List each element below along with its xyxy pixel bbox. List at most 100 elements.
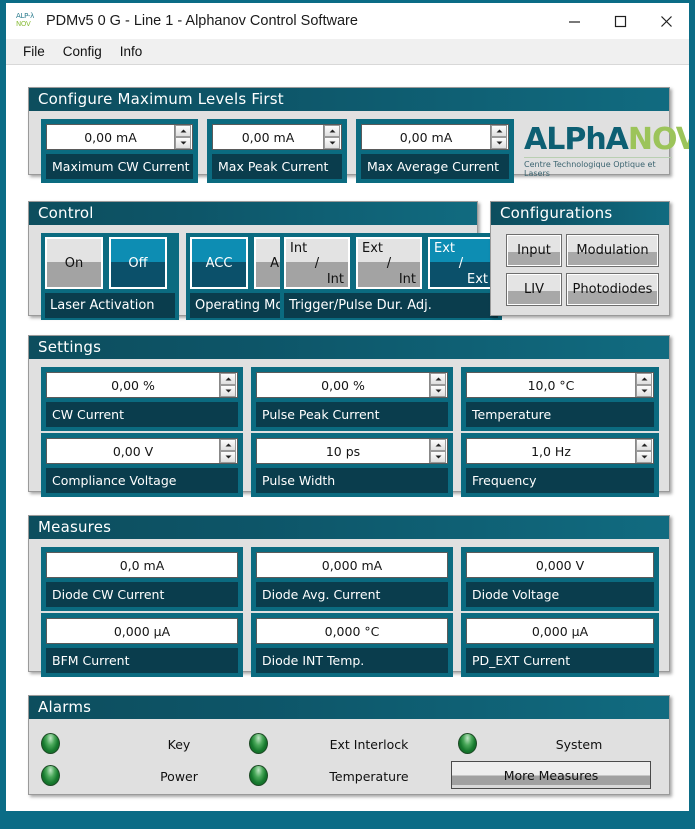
field-group-max-peak-current: 0,00 mA Max Peak Current xyxy=(207,119,347,183)
stepper-down-icon[interactable] xyxy=(636,385,652,397)
frequency-input[interactable]: 1,0 Hz xyxy=(466,438,654,464)
pulse-peak-current-input[interactable]: 0,00 % xyxy=(256,372,448,398)
alphanov-brand-logo: ALPhANOV Centre Technologique Optique et… xyxy=(524,125,689,178)
field-group-pulse-width: 10 ps Pulse Width xyxy=(251,433,453,497)
trigger-pulse-label: Trigger/Pulse Dur. Adj. xyxy=(284,293,498,318)
field-group-maximum-cw-current: 0,00 mA Maximum CW Current xyxy=(41,119,198,183)
config-button-modulation[interactable]: Modulation xyxy=(566,234,659,267)
field-group-max-average-current: 0,00 mA Max Average Current xyxy=(356,119,514,183)
config-button-photodiodes[interactable]: Photodiodes xyxy=(566,273,659,306)
stepper-down-icon[interactable] xyxy=(324,137,340,149)
panel-configurations: Configurations Input Modulation LIV Phot… xyxy=(490,201,670,316)
stepper-down-icon[interactable] xyxy=(175,137,191,149)
alarm-label-power: Power xyxy=(160,769,198,784)
maximum-cw-current-value: 0,00 mA xyxy=(84,129,137,145)
trigger-ext-ext-top: Ext xyxy=(434,241,456,256)
laser-activation-off-button[interactable]: Off xyxy=(109,237,167,289)
config-button-input[interactable]: Input xyxy=(506,234,562,267)
pd-ext-current-value: 0,000 µA xyxy=(531,623,589,639)
field-group-diode-voltage: 0,000 V Diode Voltage xyxy=(461,547,659,611)
pulse-peak-current-stepper[interactable] xyxy=(429,373,446,397)
alarm-label-temperature: Temperature xyxy=(329,769,409,784)
stepper-up-icon[interactable] xyxy=(220,373,236,385)
trigger-ext-int-top: Ext xyxy=(362,241,384,256)
compliance-voltage-input[interactable]: 0,00 V xyxy=(46,438,238,464)
panel-title-measures: Measures xyxy=(29,516,669,539)
button-group-trigger-pulse: Int / Int Ext / Int Ext / Ext Trigger/Pu… xyxy=(280,233,502,320)
max-average-current-label: Max Average Current xyxy=(361,154,509,179)
compliance-voltage-stepper[interactable] xyxy=(219,439,236,463)
trigger-ext-int-bottom: Int xyxy=(398,272,416,287)
stepper-down-icon[interactable] xyxy=(430,385,446,397)
trigger-int-int-button[interactable]: Int / Int xyxy=(284,237,350,289)
logo-tagline: Centre Technologique Optique et Lasers xyxy=(524,157,672,178)
field-group-cw-current: 0,00 % CW Current xyxy=(41,367,243,431)
menu-item-config[interactable]: Config xyxy=(54,42,111,61)
compliance-voltage-label: Compliance Voltage xyxy=(46,468,238,493)
client-area: Configure Maximum Levels First 0,00 mA M… xyxy=(6,65,689,811)
more-measures-button[interactable]: More Measures xyxy=(451,761,651,789)
stepper-up-icon[interactable] xyxy=(430,373,446,385)
pulse-width-stepper[interactable] xyxy=(429,439,446,463)
field-group-pd-ext-current: 0,000 µA PD_EXT Current xyxy=(461,613,659,677)
stepper-up-icon[interactable] xyxy=(220,439,236,451)
temperature-stepper[interactable] xyxy=(635,373,652,397)
config-button-liv[interactable]: LIV xyxy=(506,273,562,306)
stepper-down-icon[interactable] xyxy=(220,385,236,397)
max-average-current-input[interactable]: 0,00 mA xyxy=(361,124,509,150)
pulse-width-input[interactable]: 10 ps xyxy=(256,438,448,464)
pulse-width-label: Pulse Width xyxy=(256,468,448,493)
diode-avg-current-value: 0,000 mA xyxy=(321,557,383,573)
bfm-current-value: 0,000 µA xyxy=(113,623,171,639)
max-peak-current-stepper[interactable] xyxy=(323,125,340,149)
alarm-led-power xyxy=(41,765,60,786)
max-average-current-stepper[interactable] xyxy=(490,125,507,149)
laser-activation-on-button[interactable]: On xyxy=(45,237,103,289)
button-group-laser-activation: On Off Laser Activation xyxy=(41,233,179,320)
laser-activation-buttons: On Off xyxy=(45,237,175,289)
max-peak-current-input[interactable]: 0,00 mA xyxy=(212,124,342,150)
stepper-up-icon[interactable] xyxy=(636,373,652,385)
diode-voltage-value: 0,000 V xyxy=(535,557,585,573)
logo-text-nov: NOV xyxy=(627,122,689,157)
diode-voltage-label: Diode Voltage xyxy=(466,582,654,607)
bfm-current-label: BFM Current xyxy=(46,648,238,673)
stepper-down-icon[interactable] xyxy=(636,451,652,463)
title-bar: ALP-λ NOV PDMv5 0 G - Line 1 - Alphanov C… xyxy=(6,3,689,39)
stepper-up-icon[interactable] xyxy=(324,125,340,137)
maximum-cw-current-input[interactable]: 0,00 mA xyxy=(46,124,193,150)
temperature-input[interactable]: 10,0 °C xyxy=(466,372,654,398)
cw-current-input[interactable]: 0,00 % xyxy=(46,372,238,398)
stepper-up-icon[interactable] xyxy=(636,439,652,451)
compliance-voltage-value: 0,00 V xyxy=(112,443,154,459)
menu-item-file[interactable]: File xyxy=(14,42,54,61)
close-icon[interactable] xyxy=(643,3,689,39)
menu-item-info[interactable]: Info xyxy=(111,42,152,61)
frequency-stepper[interactable] xyxy=(635,439,652,463)
maximum-cw-current-stepper[interactable] xyxy=(174,125,191,149)
diode-voltage-readout: 0,000 V xyxy=(466,552,654,578)
maximize-icon[interactable] xyxy=(597,3,643,39)
stepper-up-icon[interactable] xyxy=(175,125,191,137)
cw-current-label: CW Current xyxy=(46,402,238,427)
stepper-down-icon[interactable] xyxy=(220,451,236,463)
minimize-icon[interactable] xyxy=(551,3,597,39)
operating-mode-acc-button[interactable]: ACC xyxy=(190,237,248,289)
stepper-up-icon[interactable] xyxy=(430,439,446,451)
field-group-bfm-current: 0,000 µA BFM Current xyxy=(41,613,243,677)
pd-ext-current-label: PD_EXT Current xyxy=(466,648,654,673)
stepper-up-icon[interactable] xyxy=(491,125,507,137)
cw-current-stepper[interactable] xyxy=(219,373,236,397)
temperature-value: 10,0 °C xyxy=(527,377,575,393)
trigger-ext-int-button[interactable]: Ext / Int xyxy=(356,237,422,289)
max-average-current-value: 0,00 mA xyxy=(399,129,453,145)
diode-int-temp-value: 0,000 °C xyxy=(324,623,380,639)
diode-int-temp-readout: 0,000 °C xyxy=(256,618,448,644)
diode-int-temp-label: Diode INT Temp. xyxy=(256,648,448,673)
stepper-down-icon[interactable] xyxy=(491,137,507,149)
trigger-ext-ext-button[interactable]: Ext / Ext xyxy=(428,237,494,289)
trigger-ext-int-mid: / xyxy=(386,256,392,271)
alarm-label-ext-interlock: Ext Interlock xyxy=(329,737,409,752)
trigger-int-int-top: Int xyxy=(290,241,308,256)
stepper-down-icon[interactable] xyxy=(430,451,446,463)
